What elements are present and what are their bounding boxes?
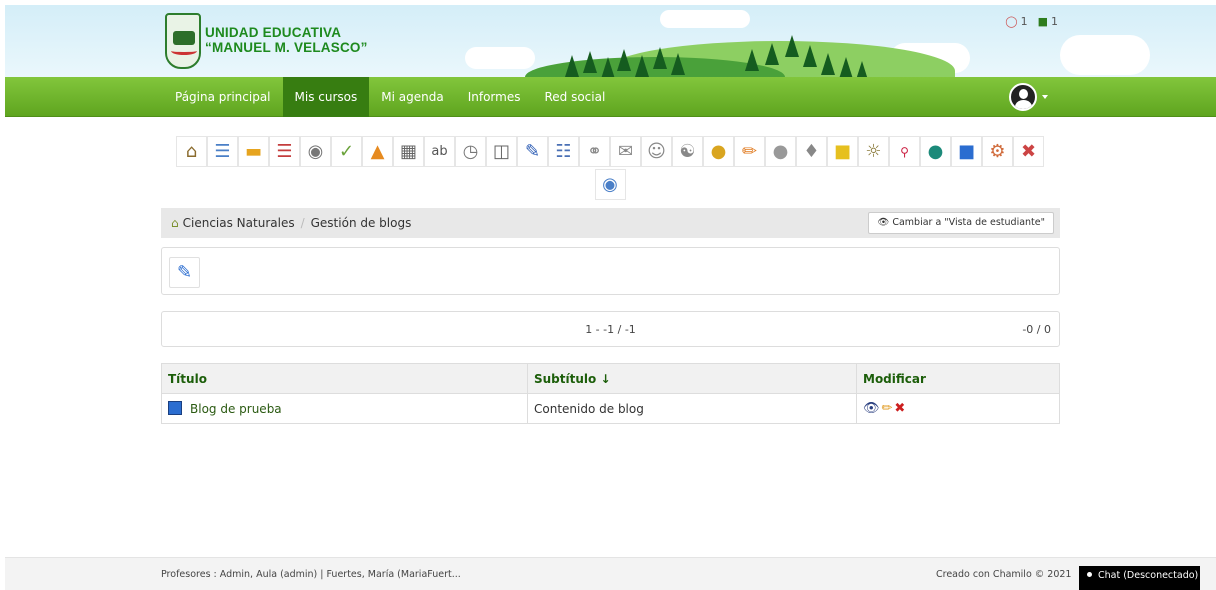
notes-icon[interactable]: ■ <box>827 136 858 167</box>
documents-icon[interactable]: ▬ <box>238 136 269 167</box>
chat-icon[interactable]: ● <box>703 136 734 167</box>
chat-status-button[interactable]: Chat (Desconectado) <box>1079 566 1200 590</box>
school-name-line2: “MANUEL M. VELASCO” <box>205 40 368 55</box>
breadcrumb-course-link[interactable]: Ciencias Naturales <box>183 216 295 230</box>
edit-icon[interactable]: ✏ <box>882 401 893 416</box>
column-subtitle[interactable]: Subtítulo ↓ <box>527 363 857 394</box>
messages-counter[interactable]: ■ 1 <box>1038 15 1058 28</box>
forum-icon[interactable]: ● <box>920 136 951 167</box>
nav-agenda[interactable]: Mi agenda <box>369 77 455 117</box>
footer-credit[interactable]: Creado con Chamilo © 2021 <box>936 569 1071 580</box>
school-logo[interactable] <box>165 13 201 69</box>
chat-status-label: Chat (Desconectado) <box>1098 570 1199 581</box>
notebook-icon[interactable]: ● <box>765 136 796 167</box>
online-users-counter[interactable]: ◯ 1 <box>1005 15 1027 28</box>
course-settings-icon[interactable]: ⚙ <box>982 136 1013 167</box>
home-icon[interactable]: ⌂ <box>176 136 207 167</box>
student-view-label: Cambiar a "Vista de estudiante" <box>892 217 1045 228</box>
calendar-icon[interactable]: ☷ <box>548 136 579 167</box>
pagination-count: -0 / 0 <box>1022 323 1051 336</box>
tests-icon[interactable]: ✓ <box>331 136 362 167</box>
table-row: Blog de prueba Contenido de blog 👁 ✏ ✖ <box>161 393 1060 424</box>
page-footer: Profesores : Admin, Aula (admin) | Fuert… <box>5 557 1216 590</box>
users-icon[interactable]: ☺ <box>641 136 672 167</box>
blog-subtitle-cell: Contenido de blog <box>527 393 857 424</box>
new-blog-button[interactable]: ✎ <box>169 257 200 288</box>
video-conference-icon[interactable]: ◉ <box>594 169 626 200</box>
gradebook-icon[interactable]: ▦ <box>393 136 424 167</box>
wiki-icon[interactable]: ✎ <box>517 136 548 167</box>
user-icon: ◯ <box>1005 15 1018 28</box>
glossary-icon[interactable]: ab <box>424 136 455 167</box>
eye-icon[interactable]: 👁 <box>863 401 880 416</box>
status-dot-icon <box>1087 572 1092 577</box>
column-modify: Modificar <box>856 363 1060 394</box>
nav-reports[interactable]: Informes <box>456 77 533 117</box>
main-navbar: Página principal Mis cursos Mi agenda In… <box>5 77 1216 117</box>
school-name[interactable]: UNIDAD EDUCATIVA “MANUEL M. VELASCO” <box>205 25 368 55</box>
breadcrumb: ⌂ Ciencias Naturales / Gestión de blogs … <box>161 208 1060 238</box>
online-users-count: 1 <box>1020 15 1028 28</box>
new-blog-icon: ✎ <box>176 262 193 283</box>
breadcrumb-separator: / <box>300 216 305 230</box>
home-icon[interactable]: ⌂ <box>171 216 179 230</box>
table-header-row: Título Subtítulo ↓ Modificar <box>161 363 1060 394</box>
user-avatar[interactable] <box>1009 83 1037 111</box>
course-tools: ⌂ ☰ ▬ ☰ ◉ ✓ ▲ ▦ ab ◷ ◫ ✎ ☷ ⚭ ✉ ☺ ☯ ● ✏ ●… <box>175 136 1045 200</box>
blog-title-link[interactable]: Blog de prueba <box>190 402 282 416</box>
pagination-range: 1 - -1 / -1 <box>585 323 636 336</box>
messages-count: 1 <box>1051 15 1058 28</box>
surveys-icon[interactable]: ☼ <box>858 136 889 167</box>
pagination-bar: 1 - -1 / -1 -0 / 0 <box>161 311 1060 347</box>
assignments-icon[interactable]: ✏ <box>734 136 765 167</box>
action-toolbar: ✎ <box>161 247 1060 295</box>
delete-icon[interactable]: ✖ <box>894 401 905 416</box>
nav-social[interactable]: Red social <box>532 77 617 117</box>
blog-actions-cell: 👁 ✏ ✖ <box>856 393 1060 424</box>
messages-icon: ■ <box>1037 15 1048 28</box>
groups-icon[interactable]: ⚭ <box>579 136 610 167</box>
maintenance-icon[interactable]: ✖ <box>1013 136 1044 167</box>
header-counters: ◯ 1 ■ 1 <box>1005 15 1058 28</box>
survey-icon[interactable]: ♦ <box>796 136 827 167</box>
blog-icon <box>168 401 182 415</box>
course-description-icon[interactable]: ☰ <box>207 136 238 167</box>
column-title[interactable]: Título <box>161 363 528 394</box>
announcements-icon[interactable]: ▲ <box>362 136 393 167</box>
student-view-button[interactable]: 👁 Cambiar a "Vista de estudiante" <box>868 212 1054 234</box>
nav-home[interactable]: Página principal <box>163 77 283 117</box>
school-name-line1: UNIDAD EDUCATIVA <box>205 25 342 40</box>
search-icon[interactable]: ⚲ <box>889 136 920 167</box>
dropbox-icon[interactable]: ✉ <box>610 136 641 167</box>
nav-my-courses[interactable]: Mis cursos <box>282 77 370 117</box>
chevron-down-icon[interactable] <box>1042 95 1048 99</box>
blog-title-cell: Blog de prueba <box>161 393 528 424</box>
attendance-icon[interactable]: ◷ <box>455 136 486 167</box>
group-users-icon[interactable]: ☯ <box>672 136 703 167</box>
breadcrumb-current: Gestión de blogs <box>310 216 412 230</box>
footer-teachers[interactable]: Profesores : Admin, Aula (admin) | Fuert… <box>161 569 461 580</box>
course-progress-icon[interactable]: ◫ <box>486 136 517 167</box>
blogs-table: Título Subtítulo ↓ Modificar Blog de pru… <box>161 363 1060 424</box>
site-header: UNIDAD EDUCATIVA “MANUEL M. VELASCO” ◯ 1 … <box>5 5 1216 77</box>
blogs-icon[interactable]: ■ <box>951 136 982 167</box>
learning-path-icon[interactable]: ☰ <box>269 136 300 167</box>
links-icon[interactable]: ◉ <box>300 136 331 167</box>
eye-icon: 👁 <box>877 217 890 228</box>
